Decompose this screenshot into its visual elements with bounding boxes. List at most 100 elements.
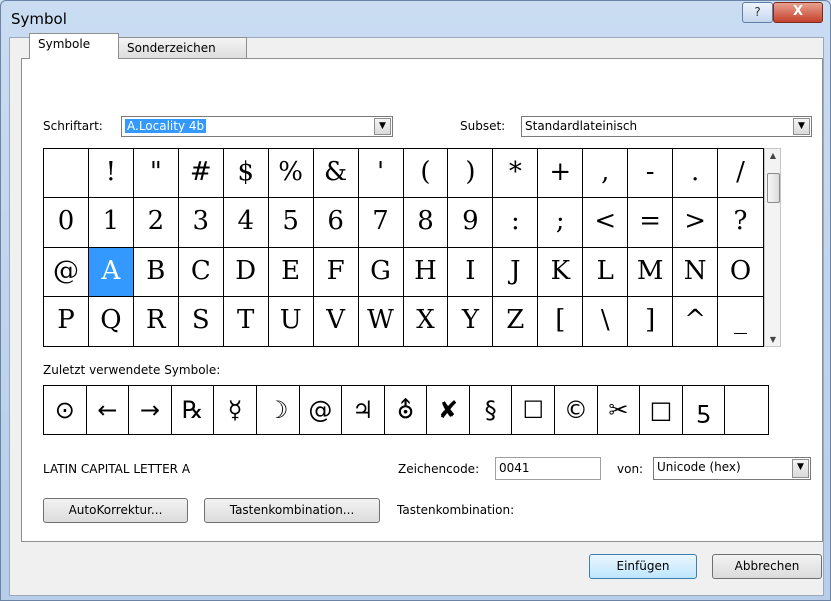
symbol-cell[interactable]: Y [448, 296, 494, 346]
symbol-cell[interactable]: K [538, 247, 584, 297]
title-bar[interactable]: Symbol ? X [1, 1, 830, 37]
symbol-cell[interactable]: 5 [268, 198, 314, 248]
symbol-grid-scrollbar[interactable]: ▲ ▼ [764, 148, 781, 347]
symbol-cell[interactable]: " [133, 149, 179, 199]
symbol-cell[interactable]: S [179, 296, 224, 346]
symbol-cell[interactable]: O [718, 248, 763, 297]
symbol-cell[interactable]: W [359, 296, 404, 346]
symbol-cell[interactable]: ! [88, 149, 134, 199]
symbol-cell[interactable]: U [269, 296, 314, 346]
symbol-cell[interactable]: B [133, 247, 179, 297]
symbol-cell[interactable]: T [224, 296, 269, 346]
autocorrect-button[interactable]: AutoKorrektur... [43, 498, 188, 523]
recent-symbol-cell[interactable]: □ [640, 386, 683, 434]
symbol-cell[interactable]: > [673, 198, 719, 248]
cancel-button[interactable]: Abbrechen [712, 554, 822, 579]
symbol-cell[interactable]: N [673, 247, 719, 297]
chevron-down-icon[interactable]: ▼ [792, 459, 809, 478]
symbol-cell[interactable]: H [403, 247, 449, 297]
symbol-cell[interactable]: . [673, 149, 719, 199]
symbol-cell[interactable]: & [313, 149, 359, 199]
symbol-cell[interactable]: M [628, 247, 674, 297]
recent-symbol-cell[interactable]: ♃ [342, 386, 385, 434]
symbol-cell[interactable]: : [493, 198, 539, 248]
symbol-cell[interactable]: ) [448, 149, 494, 199]
symbol-cell[interactable]: 7 [358, 198, 404, 248]
insert-button[interactable]: Einfügen [589, 554, 697, 579]
symbol-cell[interactable]: F [313, 247, 359, 297]
recent-symbol-cell[interactable]: @ [300, 386, 343, 434]
recent-symbol-cell[interactable] [725, 386, 768, 434]
symbol-cell[interactable]: Z [493, 296, 539, 346]
symbol-cell[interactable]: ? [718, 198, 763, 248]
symbol-cell[interactable]: % [268, 149, 314, 199]
symbol-cell[interactable]: E [268, 247, 314, 297]
symbol-cell[interactable]: ; [538, 198, 584, 248]
symbol-cell[interactable]: 4 [223, 198, 269, 248]
symbol-cell[interactable]: ( [403, 149, 449, 199]
symbol-cell[interactable]: + [538, 149, 584, 199]
symbol-cell[interactable]: 3 [178, 198, 224, 248]
symbol-cell[interactable]: $ [223, 149, 269, 199]
recent-symbol-cell[interactable]: ☐ [512, 386, 556, 434]
symbol-cell[interactable]: ] [628, 296, 674, 346]
symbol-cell[interactable]: [ [538, 296, 584, 346]
symbol-cell[interactable]: = [628, 198, 674, 248]
symbol-cell[interactable]: / [718, 149, 763, 199]
recent-symbol-cell[interactable]: ✘ [427, 386, 470, 434]
chevron-down-icon[interactable]: ▼ [374, 118, 391, 135]
symbol-cell[interactable]: * [493, 149, 539, 199]
chevron-down-icon[interactable]: ▼ [793, 118, 810, 135]
symbol-cell[interactable]: 8 [403, 198, 449, 248]
symbol-cell[interactable]: I [448, 247, 494, 297]
symbol-cell[interactable]: , [583, 149, 629, 199]
symbol-cell[interactable]: - [628, 149, 674, 199]
symbol-cell[interactable]: C [178, 247, 224, 297]
symbol-cell[interactable]: \ [583, 296, 629, 346]
close-button[interactable]: X [773, 2, 823, 23]
recent-symbol-cell[interactable]: ✂ [598, 386, 641, 434]
symbol-cell[interactable]: 1 [88, 198, 134, 248]
symbol-cell[interactable]: 9 [448, 198, 494, 248]
recent-symbol-cell[interactable]: ← [87, 386, 130, 434]
font-select[interactable]: A.Locality 4b ▼ [121, 116, 393, 137]
symbol-cell[interactable]: _ [718, 297, 763, 346]
recent-symbol-cell[interactable]: ☿ [214, 386, 257, 434]
scroll-up-icon[interactable]: ▲ [767, 151, 779, 160]
symbol-cell[interactable]: 0 [44, 198, 89, 248]
symbol-cell[interactable]: P [44, 296, 89, 346]
symbol-cell[interactable] [44, 149, 89, 199]
symbol-cell[interactable]: @ [44, 247, 89, 297]
recent-symbol-cell[interactable]: ⛢ [385, 386, 428, 434]
recent-symbol-cell[interactable]: § [470, 386, 513, 434]
symbol-cell[interactable]: D [223, 247, 269, 297]
symbol-cell[interactable]: ^ [673, 296, 719, 346]
symbol-cell[interactable]: ' [358, 149, 404, 199]
symbol-cell[interactable]: 2 [133, 198, 179, 248]
recent-symbol-cell[interactable]: → [129, 386, 172, 434]
recent-symbol-cell[interactable]: ☽ [257, 386, 300, 434]
symbol-cell[interactable]: R [134, 296, 179, 346]
symbol-cell[interactable]: 6 [313, 198, 359, 248]
tab-sonderzeichen[interactable]: Sonderzeichen [118, 37, 247, 59]
shortcut-key-button[interactable]: Tastenkombination... [204, 498, 380, 523]
symbol-cell[interactable]: Q [89, 296, 134, 346]
scroll-thumb[interactable] [767, 173, 780, 203]
tab-symbole[interactable]: Symbole [29, 33, 119, 59]
symbol-cell[interactable]: < [583, 198, 629, 248]
recent-symbol-cell[interactable]: ƽ [683, 386, 726, 434]
symbol-cell[interactable]: V [314, 296, 359, 346]
scroll-down-icon[interactable]: ▼ [767, 335, 779, 344]
symbol-cell[interactable]: G [358, 247, 404, 297]
symbol-cell[interactable]: J [493, 247, 539, 297]
help-button[interactable]: ? [742, 2, 773, 23]
recent-symbol-cell[interactable]: ⊙ [44, 386, 87, 434]
symbol-cell[interactable]: L [583, 247, 629, 297]
code-format-select[interactable]: Unicode (hex) ▼ [653, 457, 811, 480]
recent-symbol-cell[interactable]: © [555, 386, 598, 434]
char-code-input[interactable]: 0041 [495, 457, 601, 480]
symbol-cell[interactable]: A [88, 247, 134, 297]
subset-select[interactable]: Standardlateinisch ▼ [521, 116, 812, 137]
recent-symbol-cell[interactable]: ℞ [172, 386, 215, 434]
symbol-cell[interactable]: X [404, 296, 449, 346]
